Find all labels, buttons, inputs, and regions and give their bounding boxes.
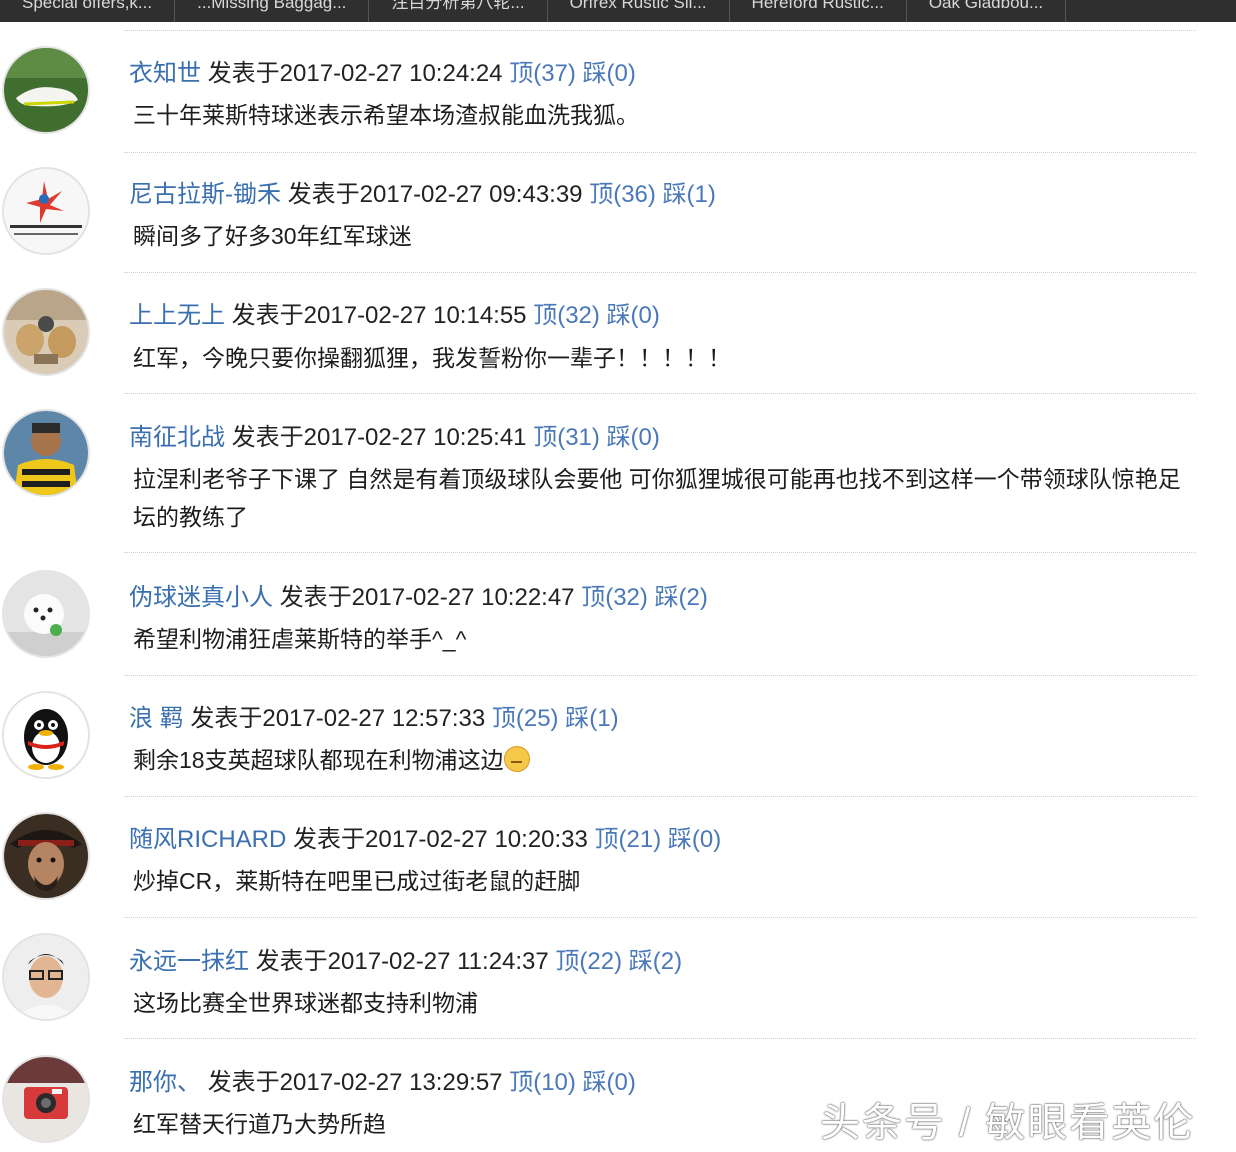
man-glasses-avatar[interactable]: [2, 933, 90, 1021]
divider: [124, 796, 1196, 797]
posted-label: 发表于: [207, 1069, 280, 1096]
watermark: 头条号 / 敏眼看英伦: [820, 1101, 1196, 1145]
upvote-link[interactable]: 顶(37): [509, 60, 576, 87]
upvote-link[interactable]: 顶(22): [555, 948, 622, 975]
post-datetime: 2017-02-27 11:24:37: [327, 948, 549, 975]
upvote-link[interactable]: 顶(32): [533, 302, 600, 329]
downvote-link[interactable]: 踩(2): [655, 584, 708, 611]
divider: [124, 272, 1196, 273]
comment-meta: 那你、 发表于2017-02-27 13:29:57 顶(10) 踩(0): [129, 1062, 636, 1097]
divider: [124, 30, 1196, 31]
downvote-link[interactable]: 踩(0): [607, 424, 660, 451]
comment-text: 拉涅利老爷子下课了 自然是有着顶级球队会要他 可你狐狸城很可能再也找不到这样一个…: [133, 466, 1181, 530]
post-datetime: 2017-02-27 10:22:47: [351, 584, 575, 611]
comment-text: 这场比赛全世界球迷都支持利物浦: [133, 990, 478, 1016]
comment-text: 炒掉CR，莱斯特在吧里已成过街老鼠的赶脚: [133, 868, 581, 894]
downvote-link[interactable]: 踩(0): [583, 60, 636, 87]
divider: [124, 152, 1196, 153]
username-link[interactable]: 伪球迷真小人: [129, 584, 273, 611]
comment-text: 瞬间多了好多30年红军球迷: [133, 223, 412, 249]
comment-body: 剩余18支英超球队都现在利物浦这边: [133, 741, 1193, 779]
upvote-link[interactable]: 顶(31): [533, 424, 600, 451]
posted-label: 发表于: [207, 60, 280, 87]
posted-label: 发表于: [287, 181, 360, 208]
divider: [124, 917, 1196, 918]
white-dog-avatar[interactable]: [2, 570, 90, 658]
username-link[interactable]: 尼古拉斯-锄禾: [129, 181, 281, 208]
dogs-avatar[interactable]: [2, 288, 90, 376]
downvote-link[interactable]: 踩(0): [583, 1069, 636, 1096]
posted-label: 发表于: [231, 302, 304, 329]
post-datetime: 2017-02-27 10:25:41: [303, 424, 527, 451]
unamused-emoji-icon: [503, 746, 530, 772]
pirate-avatar[interactable]: [2, 812, 90, 900]
downvote-link[interactable]: 踩(1): [565, 705, 618, 732]
posted-label: 发表于: [279, 584, 352, 611]
comment-meta: 随风RICHARD 发表于2017-02-27 10:20:33 顶(21) 踩…: [129, 819, 721, 854]
browser-tab[interactable]: Oak Gladbou...: [907, 0, 1067, 22]
post-datetime: 2017-02-27 12:57:33: [262, 705, 486, 732]
player-avatar[interactable]: [2, 409, 90, 497]
penguin-avatar[interactable]: [2, 691, 90, 779]
post-datetime: 2017-02-27 10:14:55: [303, 302, 527, 329]
post-datetime: 2017-02-27 10:24:24: [279, 60, 503, 87]
downvote-link[interactable]: 踩(0): [607, 302, 660, 329]
divider: [124, 1038, 1196, 1039]
posted-label: 发表于: [190, 705, 263, 732]
username-link[interactable]: 上上无上: [129, 302, 225, 329]
comment-meta: 尼古拉斯-锄禾 发表于2017-02-27 09:43:39 顶(36) 踩(1…: [129, 174, 716, 209]
comment-meta: 南征北战 发表于2017-02-27 10:25:41 顶(31) 踩(0): [129, 417, 660, 452]
comment-meta: 上上无上 发表于2017-02-27 10:14:55 顶(32) 踩(0): [129, 295, 660, 330]
posted-label: 发表于: [293, 826, 366, 853]
username-link[interactable]: 南征北战: [129, 424, 225, 451]
browser-tab[interactable]: Orfrex Rustic Sli...: [548, 0, 730, 22]
downvote-link[interactable]: 踩(1): [663, 181, 716, 208]
divider: [124, 393, 1196, 394]
camera-avatar[interactable]: [2, 1055, 90, 1143]
upvote-link[interactable]: 顶(36): [589, 181, 656, 208]
upvote-link[interactable]: 顶(32): [581, 584, 648, 611]
posted-label: 发表于: [255, 948, 328, 975]
username-link[interactable]: 那你、: [129, 1069, 201, 1096]
comment-text: 三十年莱斯特球迷表示希望本场渣叔能血洗我狐。: [133, 102, 639, 128]
comment-text: 红军，今晚只要你操翻狐狸，我发誓粉你一辈子！！！！！: [133, 345, 731, 371]
comment-meta: 浪 羁 发表于2017-02-27 12:57:33 顶(25) 踩(1): [129, 698, 619, 733]
divider: [124, 675, 1196, 676]
username-link[interactable]: 浪 羁: [129, 705, 184, 732]
downvote-link[interactable]: 踩(0): [668, 826, 721, 853]
post-datetime: 2017-02-27 13:29:57: [279, 1069, 503, 1096]
posted-label: 发表于: [231, 424, 304, 451]
downvote-link[interactable]: 踩(2): [629, 948, 682, 975]
upvote-link[interactable]: 顶(10): [509, 1069, 576, 1096]
comment-meta: 永远一抹红 发表于2017-02-27 11:24:37 顶(22) 踩(2): [129, 941, 682, 976]
upvote-link[interactable]: 顶(25): [492, 705, 559, 732]
post-datetime: 2017-02-27 09:43:39: [359, 181, 583, 208]
browser-tab[interactable]: Hereford Rustic...: [730, 0, 907, 22]
lottery-logo-avatar[interactable]: [2, 167, 90, 255]
comment-text: 剩余18支英超球队都现在利物浦这边: [133, 747, 504, 773]
browser-tab-bar: Special offers,k... ...Missing Baggag... 注…: [0, 0, 1236, 22]
username-link[interactable]: 随风RICHARD: [129, 826, 286, 853]
comment-meta: 衣知世 发表于2017-02-27 10:24:24 顶(37) 踩(0): [129, 53, 636, 88]
browser-tab[interactable]: Special offers,k...: [0, 0, 176, 22]
upvote-link[interactable]: 顶(21): [595, 826, 662, 853]
browser-tab[interactable]: 注目分析第八轮...: [369, 0, 548, 22]
divider: [124, 552, 1196, 553]
football-boot-avatar[interactable]: [2, 46, 90, 134]
post-datetime: 2017-02-27 10:20:33: [365, 826, 588, 853]
comment-text: 希望利物浦狂虐莱斯特的举手^_^: [133, 626, 467, 652]
username-link[interactable]: 永远一抹红: [129, 948, 249, 975]
username-link[interactable]: 衣知世: [129, 60, 201, 87]
comment-meta: 伪球迷真小人 发表于2017-02-27 10:22:47 顶(32) 踩(2): [129, 577, 708, 612]
browser-tab[interactable]: ...Missing Baggag...: [175, 0, 370, 22]
